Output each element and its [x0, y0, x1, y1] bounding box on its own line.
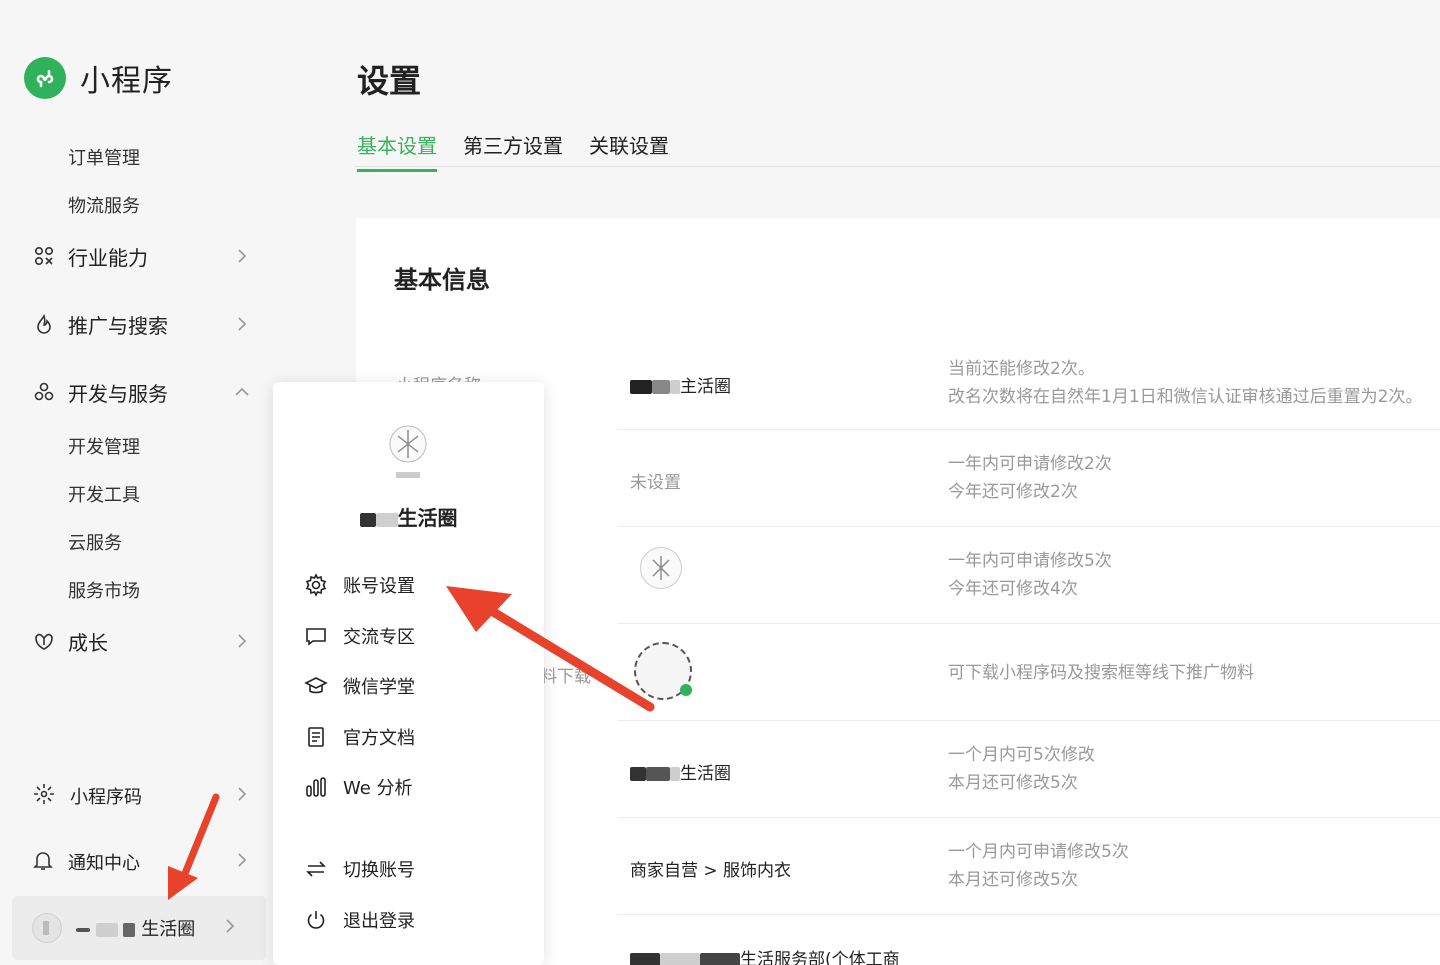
sidebar-item-logistics[interactable]: 物流服务: [68, 192, 140, 218]
sidebar-item-mini-code[interactable]: 小程序码: [32, 776, 250, 816]
menu-item-label: 交流专区: [343, 627, 415, 648]
sidebar-group-growth[interactable]: 成长: [32, 621, 250, 661]
popup-account-name: 生活圈: [273, 502, 544, 531]
qrcode-badge-icon: [680, 684, 692, 696]
mini-program-logo-icon: [24, 57, 66, 99]
menu-wechat-academy[interactable]: 微信学堂: [303, 671, 415, 701]
avatar: [32, 913, 62, 943]
row-label: 料下载: [540, 667, 591, 687]
menu-switch-account[interactable]: 切换账号: [303, 854, 415, 884]
graduation-cap-icon: [303, 673, 329, 699]
sidebar-group-promotion[interactable]: 推广与搜索: [32, 304, 250, 344]
tabs-divider: [355, 166, 1440, 167]
info-row-intro: 未设置 一年内可申请修改2次 今年还可修改2次: [618, 430, 1440, 527]
info-row-abbr: 生活圈 一个月内可5次修改 本月还可修改5次: [618, 721, 1440, 818]
menu-item-label: 微信学堂: [343, 677, 415, 698]
info-row-avatar: 一年内可申请修改5次 今年还可修改4次: [618, 527, 1440, 624]
menu-item-label: 官方文档: [343, 728, 415, 749]
chevron-right-icon: [222, 918, 238, 938]
row-note: 一年内可申请修改5次 今年还可修改4次: [948, 551, 1112, 599]
info-row-category: 商家自营 > 服饰内衣 一个月内可申请修改5次 本月还可修改5次: [618, 818, 1440, 915]
sidebar-item-dev-tools[interactable]: 开发工具: [68, 481, 140, 507]
sidebar-group-label: 行业能力: [68, 245, 148, 270]
info-row-name: 小程序名称 主活圈 当前还能修改2次。 改名次数将在自然年1月1日和微信认证审核…: [396, 333, 1440, 430]
row-value: 生活圈: [630, 759, 731, 784]
info-row-qrcode: 料下载 可下载小程序码及搜索框等线下推广物料: [540, 624, 1440, 721]
chevron-right-icon: [234, 316, 250, 332]
account-popup-menu: 生活圈 账号设置 交流专区 微信学堂 官方文档 We 分析 切换账号 退出登录: [273, 382, 544, 965]
menu-community[interactable]: 交流专区: [303, 621, 415, 651]
menu-official-docs[interactable]: 官方文档: [303, 722, 415, 752]
sidebar-item-orders[interactable]: 订单管理: [68, 144, 140, 170]
chevron-right-icon: [234, 852, 250, 872]
row-value: 未设置: [630, 473, 681, 493]
app-logo[interactable]: 小程序: [24, 56, 173, 100]
account-name: 生活圈: [76, 915, 222, 941]
flame-icon: [32, 312, 56, 336]
qrcode-icon[interactable]: [634, 642, 692, 700]
sidebar-group-industry[interactable]: 行业能力: [32, 236, 250, 276]
document-icon: [303, 724, 329, 750]
menu-logout[interactable]: 退出登录: [303, 905, 415, 935]
sidebar-item-label: 通知中心: [68, 853, 140, 874]
sidebar-item-notifications[interactable]: 通知中心: [32, 842, 250, 882]
industry-icon: [32, 244, 56, 268]
sidebar-item-label: 小程序码: [70, 787, 142, 808]
sidebar: 小程序 订单管理 物流服务 行业能力 推广与搜索 开发与服务 开发管理 开发工具…: [0, 0, 280, 965]
avatar: [640, 547, 682, 589]
dev-service-icon: [32, 380, 56, 404]
chevron-right-icon: [234, 633, 250, 649]
sidebar-group-dev-service[interactable]: 开发与服务: [32, 372, 250, 412]
row-note: 一个月内可申请修改5次 本月还可修改5次: [948, 842, 1129, 890]
row-note: 可下载小程序码及搜索框等线下推广物料: [948, 663, 1254, 683]
info-row-subject: 生活服务部(个体工商: [618, 915, 1440, 965]
mini-program-code-icon: [32, 782, 56, 810]
row-note: 一年内可申请修改2次 今年还可修改2次: [948, 454, 1112, 502]
menu-item-label: We 分析: [343, 778, 413, 799]
row-value: 商家自营 > 服饰内衣: [630, 861, 792, 881]
chat-icon: [303, 623, 329, 649]
chevron-right-icon: [234, 786, 250, 806]
sidebar-group-label: 成长: [68, 630, 108, 655]
sidebar-group-label: 开发与服务: [68, 381, 168, 406]
avatar: [388, 424, 428, 482]
menu-item-label: 切换账号: [343, 860, 415, 881]
sidebar-group-label: 推广与搜索: [68, 313, 168, 338]
chevron-right-icon: [234, 248, 250, 264]
gear-icon: [303, 572, 329, 598]
chevron-up-icon: [234, 384, 250, 400]
app-title: 小程序: [80, 64, 173, 99]
menu-item-label: 退出登录: [343, 911, 415, 932]
row-value: 主活圈: [630, 372, 731, 397]
row-note: 当前还能修改2次。 改名次数将在自然年1月1日和微信认证审核通过后重置为2次。: [948, 359, 1423, 407]
sidebar-item-cloud[interactable]: 云服务: [68, 529, 122, 555]
menu-account-settings[interactable]: 账号设置: [303, 570, 415, 600]
analytics-icon: [303, 774, 329, 800]
menu-we-analytics[interactable]: We 分析: [303, 772, 413, 802]
sidebar-item-dev-management[interactable]: 开发管理: [68, 433, 140, 459]
row-value: 生活服务部(个体工商: [630, 945, 900, 965]
account-switcher[interactable]: 生活圈: [12, 896, 266, 960]
card-title: 基本信息: [394, 266, 490, 294]
power-icon: [303, 907, 329, 933]
row-note: 一个月内可5次修改 本月还可修改5次: [948, 745, 1095, 793]
menu-item-label: 账号设置: [343, 576, 415, 597]
bell-icon: [32, 849, 54, 875]
switch-icon: [303, 856, 329, 882]
sidebar-item-market[interactable]: 服务市场: [68, 577, 140, 603]
page-title: 设置: [357, 62, 422, 100]
growth-icon: [32, 629, 56, 653]
